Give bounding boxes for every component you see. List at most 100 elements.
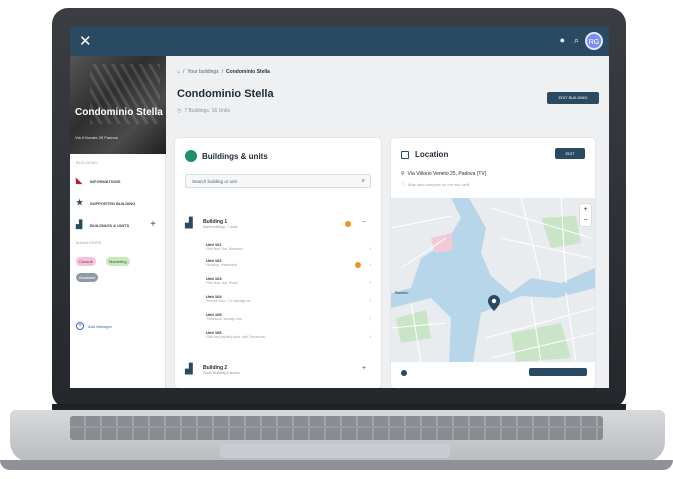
add-manager-label: Add Manager: [88, 323, 113, 329]
edit-building-button[interactable]: EDIT BUILDING: [547, 92, 599, 104]
search-input[interactable]: Search building or unit ⌕: [185, 174, 371, 188]
laptop-trackpad: [220, 444, 450, 458]
building-icon: ▟: [76, 220, 83, 229]
star-icon: ★: [76, 198, 84, 207]
breadcrumb-separator: /: [183, 69, 185, 75]
unit-row[interactable]: Unit 101 First floor, flat, Manarini ›: [206, 242, 371, 258]
sidebar-item-supported-building[interactable]: ★ SUPPORTED BUILDING: [76, 196, 162, 210]
chevron-right-icon[interactable]: ›: [369, 316, 371, 322]
unit-row[interactable]: Unit 102 Housing, residential ›: [206, 258, 371, 274]
map-place-label: Bastion: [395, 290, 409, 295]
chevron-right-icon[interactable]: ›: [369, 280, 371, 286]
next-card-button[interactable]: [529, 368, 587, 376]
clock-icon: ◷: [177, 108, 182, 114]
next-card-icon: [401, 370, 407, 376]
sidebar-item-label: BUILDINGS & UNITS: [90, 222, 130, 228]
edit-label: EDIT: [565, 151, 575, 156]
breadcrumb-current: Condominio Stella: [226, 69, 270, 75]
unit-sub: Third floor, storage lots: [206, 317, 242, 321]
main-content: ⌂ / Your buildings / Condominio Stella C…: [167, 56, 609, 388]
building-icon: ▟: [185, 218, 193, 229]
building-row[interactable]: ▟ Building 1 North building, 7 Units −: [185, 216, 375, 232]
sidebar-section-label: BUILDING: [76, 160, 98, 165]
building-name: Condominio Stella: [75, 107, 163, 118]
edit-location-button[interactable]: EDIT: [555, 148, 585, 159]
app-topbar: ✕ ● ⌕ RG: [70, 26, 609, 56]
building-sub: South Building & Boxes: [203, 371, 240, 375]
card-title: Location: [401, 150, 448, 159]
add-manager-button[interactable]: + Add Manager: [76, 322, 112, 330]
search-placeholder: Search building or unit: [192, 179, 237, 184]
search-icon[interactable]: ⌕: [574, 35, 579, 46]
unit-row[interactable]: Unit 105 Third floor, storage lots ›: [206, 312, 371, 328]
breadcrumb-link[interactable]: Your buildings: [187, 69, 218, 75]
buildings-title: Buildings & units: [202, 151, 268, 161]
info-circle-icon: ⓘ: [401, 181, 405, 186]
collapse-icon[interactable]: −: [362, 219, 366, 226]
building-sub: North building, 7 Units: [203, 225, 238, 229]
avatar[interactable]: RG: [585, 32, 603, 50]
address-note: ⓘ Map data samples on the mid-radii: [401, 181, 469, 187]
status-dot: [345, 221, 351, 227]
buildings-icon: [185, 150, 197, 162]
unit-sub: Housing, residential: [206, 263, 237, 267]
unit-row[interactable]: Unit 103 First floor, flat, Rossi ›: [206, 276, 371, 292]
location-card: Location EDIT ⚲ Via Vittorio Veneto 25, …: [391, 138, 595, 388]
sidebar-item-informations[interactable]: ◣ INFORMATIONS: [76, 174, 162, 188]
unit-sub: First floor, flat, Rossi: [206, 281, 238, 285]
home-icon[interactable]: ⌂: [177, 69, 180, 75]
manager-chip[interactable]: Consult: [76, 257, 96, 266]
status-dot: [355, 262, 361, 268]
map-graphic: [391, 198, 595, 362]
manager-chip[interactable]: Marketing: [106, 257, 130, 266]
map-zoom-control[interactable]: + −: [580, 204, 591, 226]
chevron-right-icon[interactable]: ›: [369, 262, 371, 268]
keyboard-row-divider: [70, 426, 603, 428]
building-row[interactable]: ▟ Building 2 South Building & Boxes +: [185, 362, 375, 378]
search-icon[interactable]: ⌕: [362, 175, 365, 188]
location-title: Location: [415, 150, 449, 159]
info-icon: ◣: [76, 176, 83, 185]
page-subtitle: ◷ 7 Buildings, 16 Units: [177, 108, 230, 114]
manager-chip[interactable]: Assistant: [76, 273, 99, 282]
unit-sub: Second floor, C/2 storage lot: [206, 299, 251, 303]
address-text: Via Vittorio Veneto 25, Padova (TV): [407, 171, 487, 177]
sidebar: Condominio Stella Via Il Novate 25 Padov…: [70, 56, 166, 388]
sidebar-section-label-managers: MANAGERS: [76, 240, 102, 245]
unit-row[interactable]: Unit 104 Second floor, C/2 storage lot ›: [206, 294, 371, 310]
card-title: Buildings & units: [185, 150, 268, 162]
unit-row[interactable]: Unit 106 Fifth and partially floor, with…: [206, 330, 371, 346]
unit-sub: First floor, flat, Manarini: [206, 247, 243, 251]
unit-sub: Fifth and partially floor, with Terrazzi…: [206, 335, 266, 339]
zoom-in-icon[interactable]: +: [580, 204, 591, 215]
chevron-right-icon[interactable]: ›: [369, 298, 371, 304]
address-line: ⚲ Via Vittorio Veneto 25, Padova (TV): [401, 171, 486, 177]
address-note-text: Map data samples on the mid-radii: [408, 181, 470, 187]
laptop-foot: [0, 460, 673, 470]
add-circle-icon: +: [76, 322, 84, 330]
building-icon: ▟: [185, 364, 193, 375]
sidebar-item-label: SUPPORTED BUILDING: [90, 200, 136, 206]
next-card-strip: [391, 368, 595, 378]
breadcrumb: ⌂ / Your buildings / Condominio Stella: [177, 69, 270, 75]
add-icon[interactable]: +: [150, 219, 156, 230]
sidebar-item-label: INFORMATIONS: [90, 178, 121, 184]
location-map[interactable]: Bastion + −: [391, 198, 595, 362]
chevron-right-icon[interactable]: ›: [369, 334, 371, 340]
page-subtitle-text: 7 Buildings, 16 Units: [184, 108, 230, 114]
page-title: Condominio Stella: [177, 88, 274, 100]
map-pin-icon: [488, 295, 500, 311]
building-address: Via Il Novate 25 Padova: [75, 135, 118, 140]
close-icon[interactable]: ✕: [79, 32, 92, 50]
laptop-screen: ✕ ● ⌕ RG Condominio Stella Via Il Novate…: [70, 26, 609, 388]
pin-icon: ⚲: [401, 171, 405, 177]
map-icon: [401, 150, 409, 159]
building-hero-image: Condominio Stella Via Il Novate 25 Padov…: [70, 56, 166, 154]
notification-icon[interactable]: ●: [560, 35, 565, 45]
expand-icon[interactable]: +: [362, 365, 366, 372]
sidebar-item-buildings-units[interactable]: ▟ BUILDINGS & UNITS +: [76, 218, 162, 232]
breadcrumb-separator: /: [221, 69, 224, 75]
zoom-out-icon[interactable]: −: [580, 215, 591, 226]
chevron-right-icon[interactable]: ›: [369, 246, 371, 252]
buildings-units-card: Buildings & units Search building or uni…: [175, 138, 381, 388]
